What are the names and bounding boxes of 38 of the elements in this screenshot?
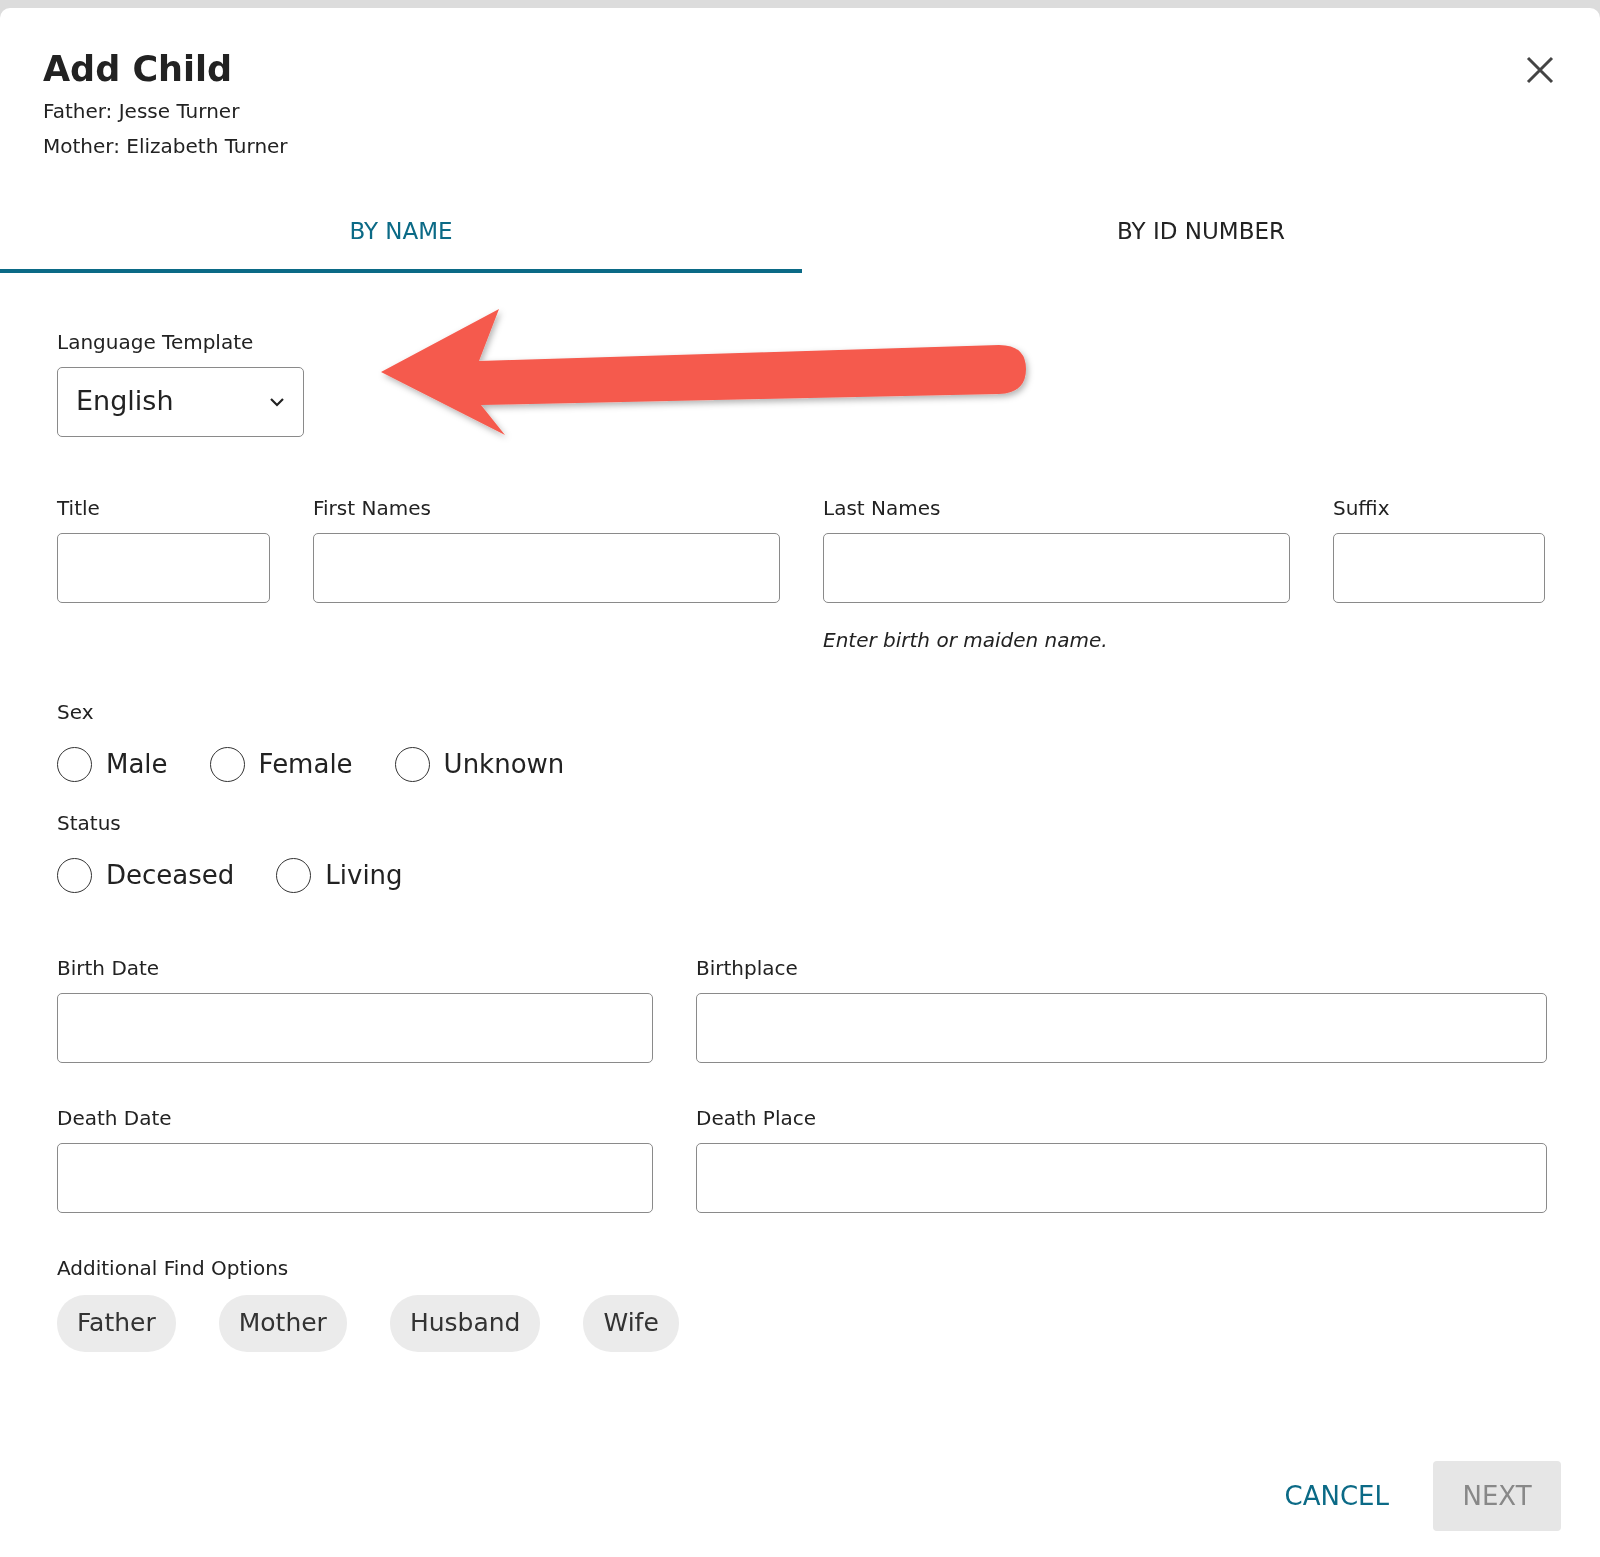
field-hint: Enter birth or maiden name. xyxy=(823,626,1108,654)
option-chip[interactable]: Wife xyxy=(583,1294,679,1352)
field-label: Suffix xyxy=(1333,494,1390,522)
text-field[interactable] xyxy=(57,1142,653,1213)
parent-name: Mother: Elizabeth Turner xyxy=(43,133,289,160)
language-select[interactable]: English xyxy=(57,366,304,437)
text-field[interactable] xyxy=(313,532,780,603)
radio-option[interactable]: Female xyxy=(209,744,353,784)
option-chip[interactable]: Mother xyxy=(218,1294,347,1352)
radio-option[interactable]: Living xyxy=(276,855,403,895)
cancel-button[interactable]: CANCEL xyxy=(1284,1476,1389,1516)
radio-option[interactable]: Unknown xyxy=(394,744,565,784)
option-chip[interactable]: Father xyxy=(57,1294,176,1352)
text-field[interactable] xyxy=(57,992,653,1063)
field-label: Birth Date xyxy=(57,954,160,982)
option-chip[interactable]: Husband xyxy=(389,1294,541,1352)
group-label: Sex xyxy=(57,698,94,726)
text-field[interactable] xyxy=(823,532,1290,603)
text-field[interactable] xyxy=(57,532,270,603)
field-label: First Names xyxy=(313,494,431,522)
field-label: Title xyxy=(57,494,100,522)
radio-option[interactable]: Male xyxy=(57,744,168,784)
group-label: Additional Find Options xyxy=(57,1254,289,1282)
field-label: Death Date xyxy=(57,1104,172,1132)
field-label: Language Template xyxy=(57,328,254,356)
tab[interactable]: BY ID NUMBER xyxy=(802,214,1600,273)
dialog-title: Add Child xyxy=(43,48,233,90)
field-label: Birthplace xyxy=(696,954,798,982)
field-label: Death Place xyxy=(696,1104,816,1132)
text-field[interactable] xyxy=(696,992,1547,1063)
text-field[interactable] xyxy=(1333,532,1545,603)
group-label: Status xyxy=(57,809,121,837)
radio-option[interactable]: Deceased xyxy=(57,855,235,895)
text-field[interactable] xyxy=(696,1142,1547,1213)
parent-name: Father: Jesse Turner xyxy=(43,98,241,125)
field-label: Last Names xyxy=(823,494,941,522)
chevron-down-icon xyxy=(269,396,285,407)
tab[interactable]: BY NAME xyxy=(0,214,802,273)
